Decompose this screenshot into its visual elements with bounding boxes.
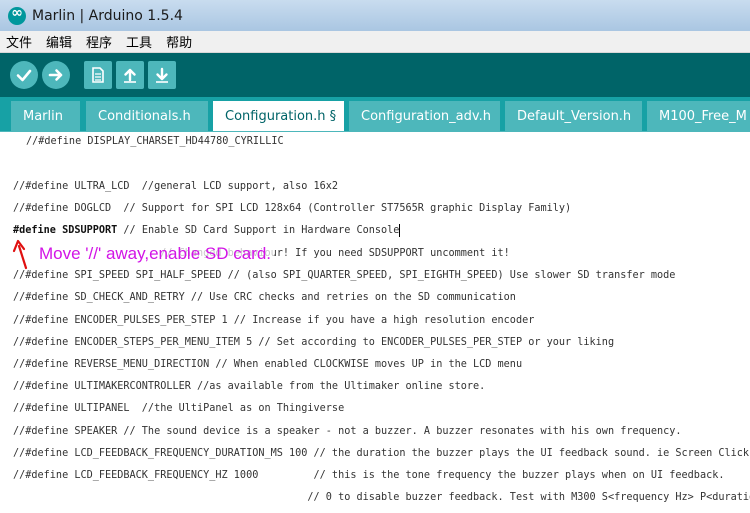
- menu-edit[interactable]: 编辑: [46, 32, 72, 51]
- tab-m100-free[interactable]: M100_Free_M: [647, 101, 750, 131]
- menu-tools[interactable]: 工具: [126, 32, 152, 51]
- code-line: //#define SD_CHECK_AND_RETRY // Use CRC …: [13, 292, 516, 303]
- upload-button[interactable]: [42, 61, 70, 89]
- tab-label: Configuration.h §: [225, 108, 337, 124]
- code-line: // 0 to disable buzzer feedback. Test wi…: [13, 492, 750, 503]
- toolbar: [0, 53, 750, 97]
- code-line: //#define LCD_FEEDBACK_FREQUENCY_HZ 1000…: [13, 470, 725, 481]
- menu-bar: 文件 编辑 程序 工具 帮助: [0, 31, 750, 53]
- text-caret: [399, 223, 401, 237]
- code-line: //#define ULTRA_LCD //general LCD suppor…: [13, 181, 339, 192]
- title-bar: Marlin | Arduino 1.5.4: [0, 0, 750, 31]
- open-button[interactable]: [116, 61, 144, 89]
- tab-conditionals[interactable]: Conditionals.h: [86, 101, 208, 131]
- code-line: //#define ENCODER_PULSES_PER_STEP 1 // I…: [13, 315, 535, 326]
- tab-bar: Marlin Conditionals.h Configuration.h § …: [0, 97, 750, 131]
- code-editor[interactable]: //#define DISPLAY_CHARSET_HD44780_CYRILL…: [0, 131, 750, 513]
- verify-button[interactable]: [10, 61, 38, 89]
- code-line: //#define SPEAKER // The sound device is…: [13, 426, 682, 437]
- new-button[interactable]: [84, 61, 112, 89]
- tab-label: Default_Version.h: [517, 108, 632, 124]
- tab-label: M100_Free_M: [659, 108, 747, 124]
- sdsupport-directive: #define SDSUPPORT: [13, 225, 118, 236]
- tab-configuration[interactable]: Configuration.h §: [213, 101, 344, 131]
- checkmark-icon: [16, 69, 32, 82]
- code-line: //#define DOGLCD // Support for SPI LCD …: [13, 203, 572, 214]
- code-line: //#define ULTIMAKERCONTROLLER //as avail…: [13, 381, 486, 392]
- menu-file[interactable]: 文件: [6, 32, 32, 51]
- menu-sketch[interactable]: 程序: [86, 32, 112, 51]
- right-arrow-icon: [48, 69, 63, 81]
- tab-label: Marlin: [23, 108, 63, 124]
- menu-help[interactable]: 帮助: [166, 32, 192, 51]
- annotation-arrow-icon: [12, 239, 28, 270]
- tab-marlin[interactable]: Marlin: [11, 101, 80, 131]
- code-line: //#define LCD_FEEDBACK_FREQUENCY_DURATIO…: [13, 448, 750, 459]
- annotation-note: Move '//' away,enable SD card.: [36, 244, 275, 264]
- new-file-icon: [92, 67, 104, 83]
- code-line: //#define ENCODER_STEPS_PER_MENU_ITEM 5 …: [13, 337, 615, 348]
- sdsupport-comment: // Enable SD Card Support in Hardware Co…: [117, 225, 400, 236]
- tab-default-version[interactable]: Default_Version.h: [505, 101, 642, 131]
- up-arrow-icon: [124, 68, 136, 83]
- code-line: //#define SPI_SPEED SPI_HALF_SPEED // (a…: [13, 270, 676, 281]
- code-line: //#define DISPLAY_CHARSET_HD44780_CYRILL…: [26, 136, 284, 147]
- tab-configuration-adv[interactable]: Configuration_adv.h: [349, 101, 500, 131]
- arduino-logo-icon: [8, 5, 26, 25]
- save-button[interactable]: [148, 61, 176, 89]
- code-line: //#define ULTIPANEL //the UltiPanel as o…: [13, 403, 345, 414]
- code-line-sdsupport: #define SDSUPPORT // Enable SD Card Supp…: [13, 222, 401, 240]
- tab-label: Conditionals.h: [98, 108, 191, 124]
- tab-label: Configuration_adv.h: [361, 108, 491, 124]
- window-title: Marlin | Arduino 1.5.4: [32, 7, 183, 24]
- code-line: //#define REVERSE_MENU_DIRECTION // When…: [13, 359, 523, 370]
- down-arrow-icon: [156, 67, 168, 83]
